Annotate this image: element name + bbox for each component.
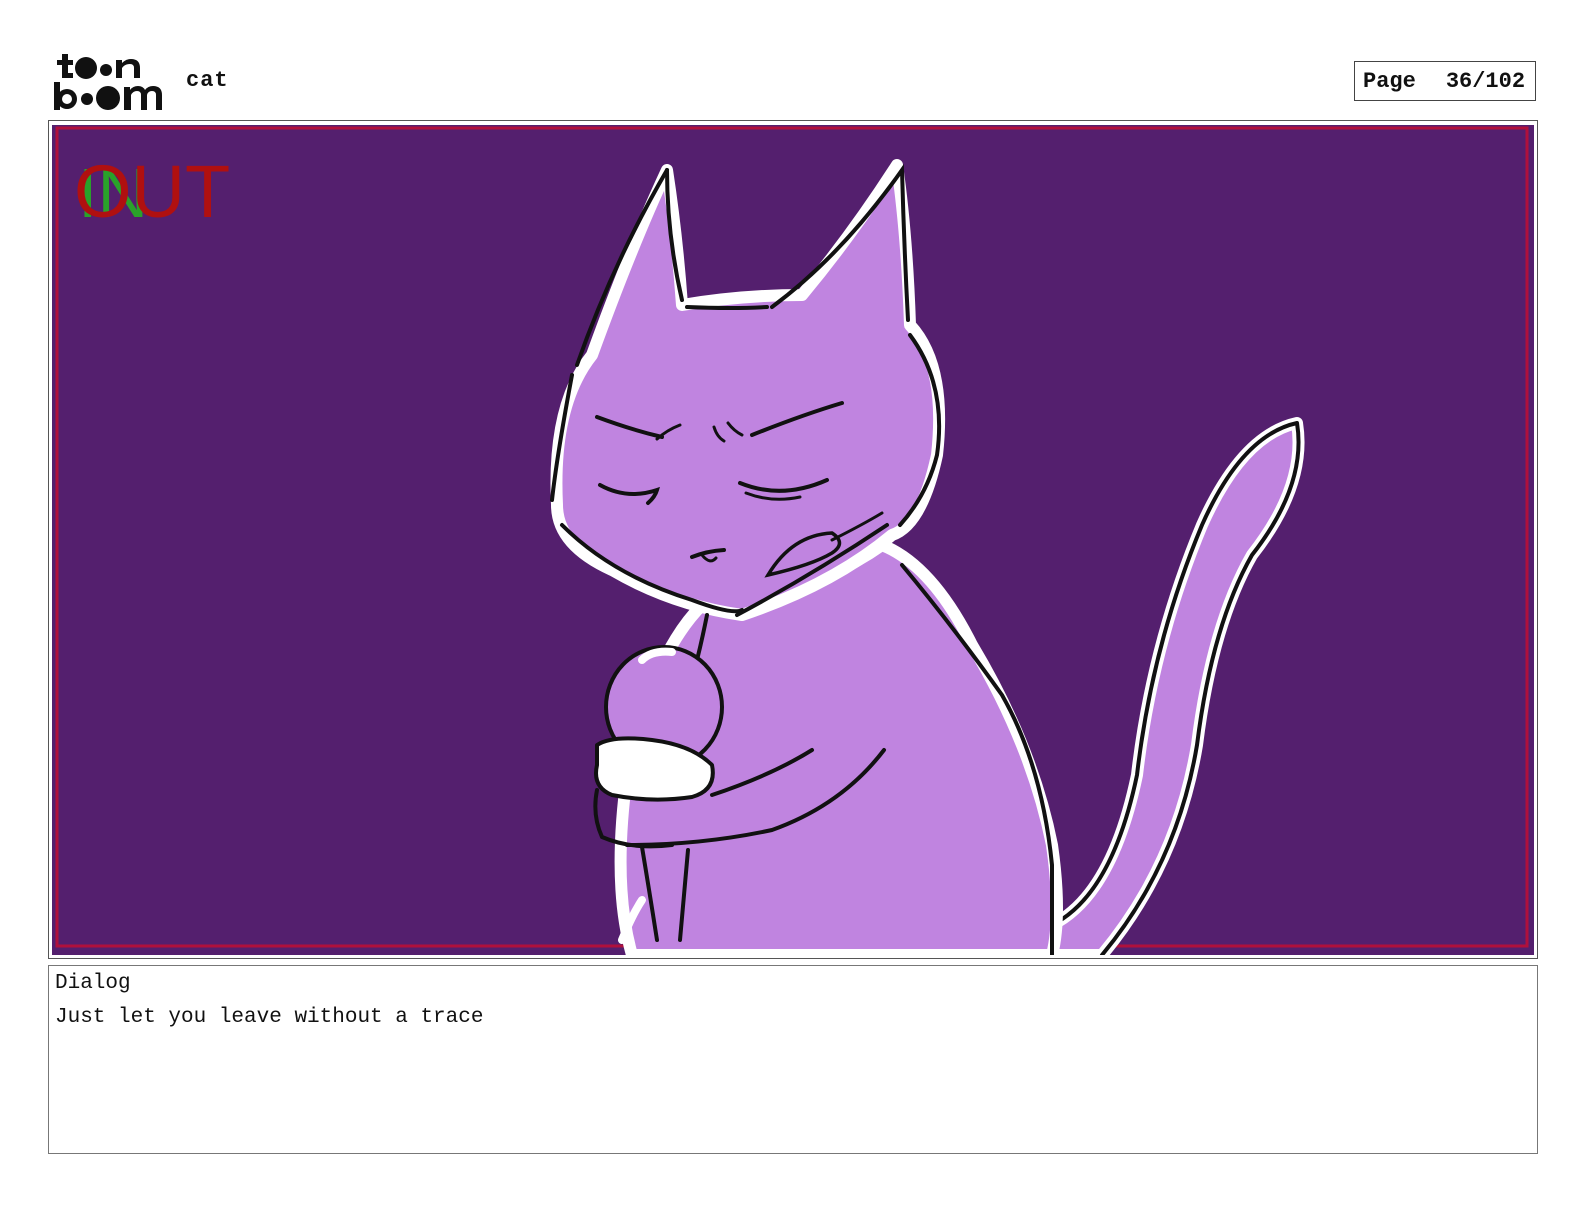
page-indicator: Page 36/102 — [1354, 61, 1536, 101]
dialog-title: Dialog — [55, 972, 131, 995]
toonboom-logo: toon — [54, 54, 162, 110]
dialog-text[interactable]: Just let you leave without a trace — [55, 1006, 483, 1029]
page-label: Page — [1363, 68, 1416, 94]
page-number: 36/102 — [1445, 68, 1526, 94]
dialog-box: Dialog Just let you leave without a trac… — [48, 965, 1538, 1154]
out-marker: OUT — [74, 150, 230, 233]
storyboard-panel: IN OUT — [52, 125, 1534, 955]
project-title: cat — [186, 68, 229, 93]
